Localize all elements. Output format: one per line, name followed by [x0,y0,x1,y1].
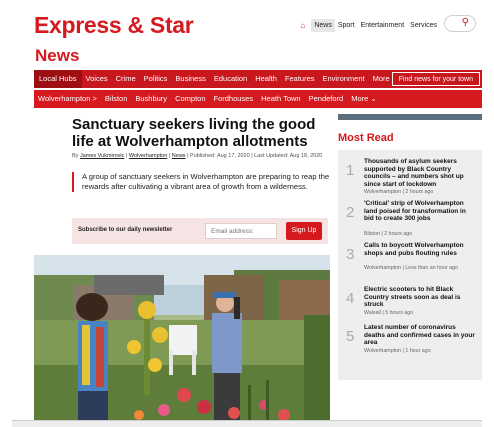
subnav-fordhouses[interactable]: Fordhouses [210,90,258,108]
article-photo[interactable] [34,255,330,425]
author-link[interactable]: James Vukmirovic [80,153,124,159]
nav-education[interactable]: Education [210,70,251,88]
subnav-more[interactable]: More ⌄ [347,90,380,108]
most-read-meta: Wolverhampton | Less than an hour ago [364,265,459,271]
most-read-headline[interactable]: Calls to boycott Wolverhampton shops and… [364,242,476,257]
subnav-heath-town[interactable]: Heath Town [257,90,304,108]
nav-business[interactable]: Business [171,70,209,88]
article-byline: By James Vukmirovic | Wolverhampton | Ne… [72,153,334,160]
category-link[interactable]: News [172,153,186,159]
email-field[interactable] [205,223,277,239]
search-icon: ⚲ [461,17,469,28]
topnav-services[interactable]: Services [407,19,440,32]
rank-number: 5 [346,328,355,345]
allotment-photo [34,255,330,425]
local-nav: Wolverhampton > Bilston Bushbury Compton… [34,90,482,108]
bottom-strip [12,420,482,427]
byline-prefix: By [72,153,80,159]
nav-politics[interactable]: Politics [140,70,172,88]
find-news-button[interactable]: Find news for your town [391,72,480,86]
rank-number: 4 [346,290,355,307]
most-read-meta: Wolverhampton | 2 hours ago [364,189,434,195]
search-button[interactable]: ⚲ [444,15,476,32]
most-read-list: 1 Thousands of asylum seekers supported … [338,150,482,380]
subnav-bushbury[interactable]: Bushbury [131,90,171,108]
subnav-pendeford[interactable]: Pendeford [305,90,348,108]
place-link[interactable]: Wolverhampton [129,153,167,159]
scrollbar[interactable] [484,8,492,423]
sidebar-accent-bar [338,114,482,120]
subnav-bilston[interactable]: Bilston [101,90,132,108]
sign-up-button[interactable]: Sign Up [286,222,322,240]
most-read-headline[interactable]: 'Critical' strip of Wolverhampton land p… [364,200,476,223]
most-read-headline[interactable]: Electric scooters to hit Black Country s… [364,286,476,309]
topnav-news[interactable]: News [311,19,335,32]
home-icon[interactable]: ⌂ [300,21,305,30]
newsletter-label: Subscribe to our daily newsletter [78,227,173,233]
byline-dates: | Published: Aug 17, 2020 | Last Updated… [185,153,323,159]
rank-number: 1 [346,162,355,179]
most-read-meta: Walsall | 5 hours ago [364,310,414,316]
rank-number: 2 [346,204,355,221]
topnav-entertainment[interactable]: Entertainment [358,19,408,32]
topnav-sport[interactable]: Sport [335,19,358,32]
top-nav: ⌂ News Sport Entertainment Services [300,19,440,32]
nav-voices[interactable]: Voices [82,70,112,88]
article-headline: Sanctuary seekers living the good life a… [72,116,316,150]
section-nav: Local Hubs Voices Crime Politics Busines… [34,70,482,88]
newsletter-signup: Subscribe to our daily newsletter Sign U… [72,218,328,244]
nav-local-hubs[interactable]: Local Hubs [34,70,82,88]
subnav-compton[interactable]: Compton [171,90,209,108]
page-frame [0,0,12,427]
most-read-headline[interactable]: Latest number of coronavirus deaths and … [364,324,476,347]
most-read-meta: Bilston | 2 hours ago [364,231,413,237]
nav-features[interactable]: Features [281,70,319,88]
section-title[interactable]: News [35,46,79,66]
most-read-headline[interactable]: Thousands of asylum seekers supported by… [364,158,476,188]
most-read-meta: Wolverhampton | 1 hour ago [364,348,431,354]
nav-crime[interactable]: Crime [112,70,140,88]
subnav-wolverhampton[interactable]: Wolverhampton > [34,90,101,108]
nav-environment[interactable]: Environment [319,70,369,88]
site-header: Express & Star ⌂ News Sport Entertainmen… [24,12,476,38]
rank-number: 3 [346,246,355,263]
article-standfirst: A group of sanctuary seekers in Wolverha… [72,172,330,192]
nav-health[interactable]: Health [251,70,281,88]
site-logo[interactable]: Express & Star [34,12,194,38]
most-read-title: Most Read [338,132,394,144]
